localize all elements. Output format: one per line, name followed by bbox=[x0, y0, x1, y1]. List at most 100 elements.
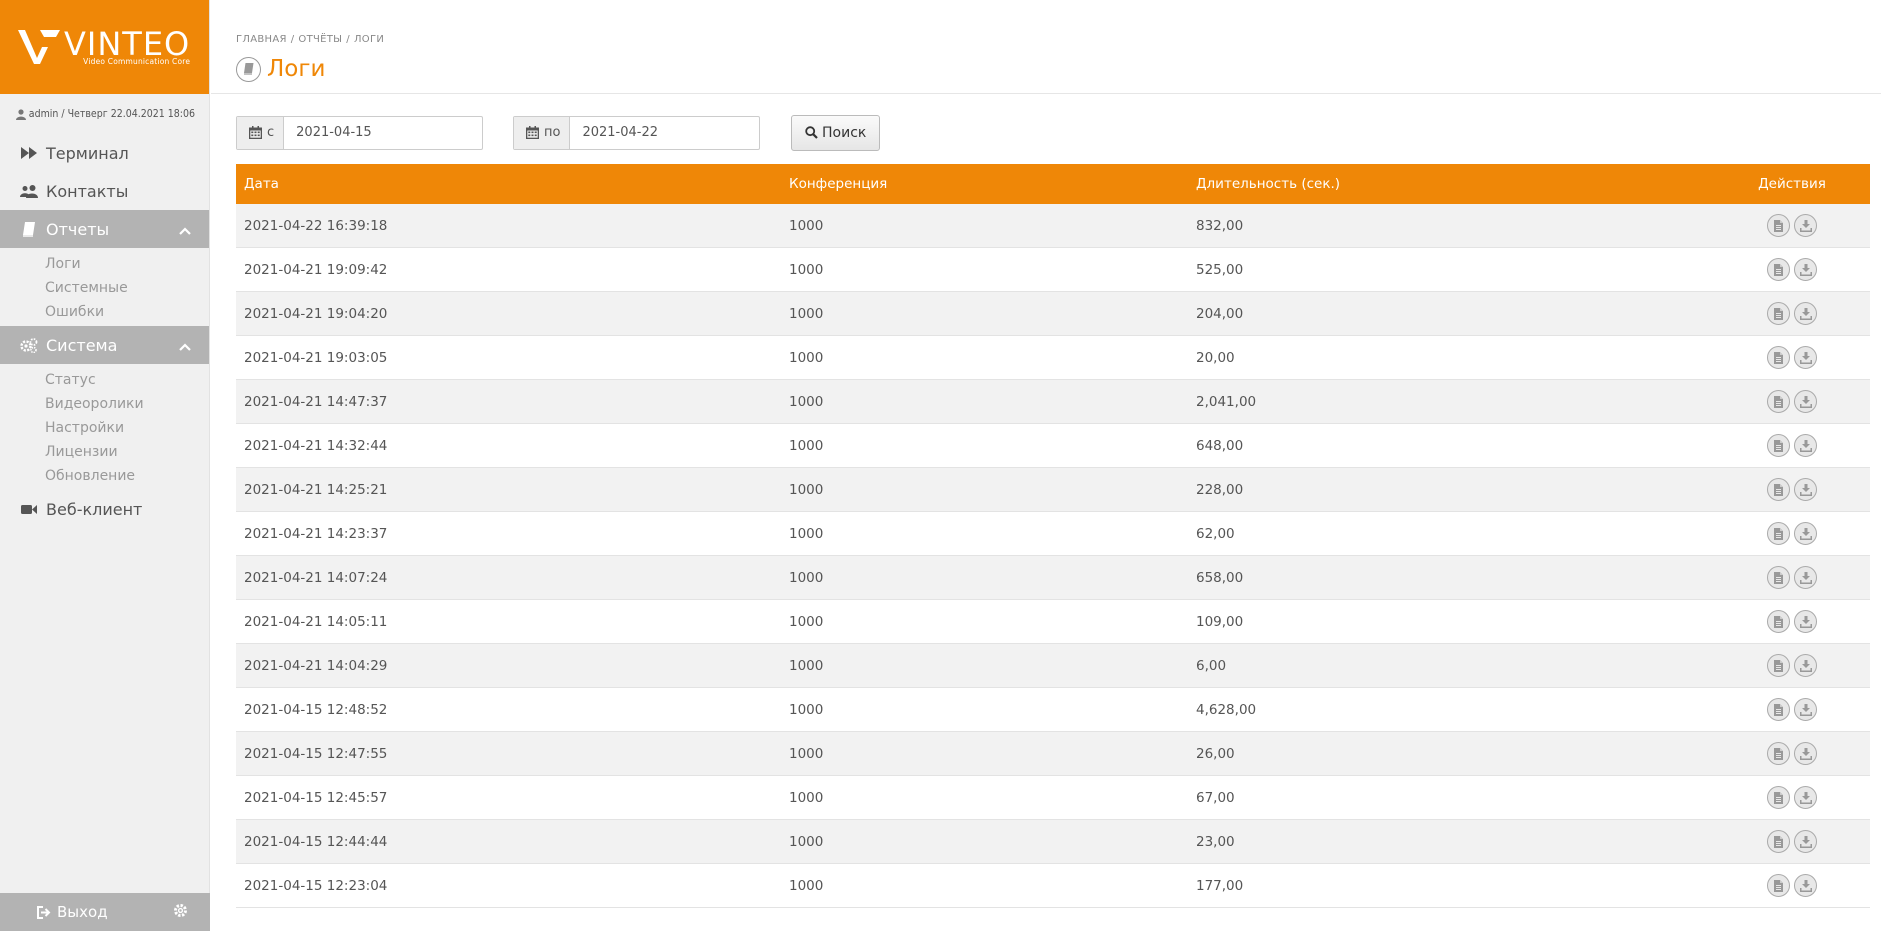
document-icon[interactable] bbox=[1767, 610, 1790, 633]
cell-date: 2021-04-15 12:47:55 bbox=[244, 745, 388, 762]
gear-icon[interactable] bbox=[173, 903, 188, 922]
cell-date: 2021-04-21 19:04:20 bbox=[244, 305, 388, 322]
table-row: 2021-04-15 12:23:04 1000 177,00 bbox=[236, 864, 1870, 908]
sub-item-system-logs[interactable]: Системные bbox=[45, 276, 209, 300]
nav-terminal[interactable]: Терминал bbox=[0, 134, 209, 172]
col-duration-header[interactable]: Длительность (сек.) bbox=[1188, 176, 1708, 192]
table-row: 2021-04-21 14:23:37 1000 62,00 bbox=[236, 512, 1870, 556]
document-icon[interactable] bbox=[1767, 830, 1790, 853]
breadcrumb-home[interactable]: ГЛАВНАЯ bbox=[236, 34, 287, 45]
cell-date: 2021-04-21 14:05:11 bbox=[244, 613, 388, 630]
cell-actions bbox=[1708, 522, 1870, 545]
col-conference-header[interactable]: Конференция bbox=[781, 176, 1188, 192]
download-icon[interactable] bbox=[1794, 258, 1817, 281]
nav-contacts[interactable]: Контакты bbox=[0, 172, 209, 210]
sub-item-videos[interactable]: Видеоролики bbox=[45, 392, 209, 416]
date-to-group: по bbox=[513, 115, 760, 150]
chevron-up-icon[interactable] bbox=[179, 336, 191, 355]
cell-actions bbox=[1708, 830, 1870, 853]
cell-conference: 1000 bbox=[789, 877, 824, 894]
breadcrumb-reports[interactable]: ОТЧЁТЫ bbox=[298, 34, 342, 45]
download-icon[interactable] bbox=[1794, 522, 1817, 545]
cell-duration: 62,00 bbox=[1196, 525, 1235, 542]
date-from-input[interactable] bbox=[284, 116, 479, 149]
download-icon[interactable] bbox=[1794, 830, 1817, 853]
nav-system[interactable]: Система bbox=[0, 326, 209, 364]
document-icon[interactable] bbox=[1767, 478, 1790, 501]
sidebar-footer: Выход bbox=[0, 893, 210, 931]
document-icon[interactable] bbox=[1767, 654, 1790, 677]
download-icon[interactable] bbox=[1794, 610, 1817, 633]
cell-conference: 1000 bbox=[789, 217, 824, 234]
cell-actions bbox=[1708, 698, 1870, 721]
download-icon[interactable] bbox=[1794, 434, 1817, 457]
date-to-addon: по bbox=[514, 116, 571, 149]
document-icon[interactable] bbox=[1767, 214, 1790, 237]
sub-item-settings[interactable]: Настройки bbox=[45, 416, 209, 440]
page-title-text: Логи bbox=[267, 56, 326, 82]
sub-item-status[interactable]: Статус bbox=[45, 368, 209, 392]
nav-reports-label: Отчеты bbox=[46, 219, 110, 239]
download-icon[interactable] bbox=[1794, 654, 1817, 677]
nav-webclient-label: Веб-клиент bbox=[46, 499, 143, 519]
download-icon[interactable] bbox=[1794, 302, 1817, 325]
download-icon[interactable] bbox=[1794, 742, 1817, 765]
document-icon[interactable] bbox=[1767, 302, 1790, 325]
download-icon[interactable] bbox=[1794, 478, 1817, 501]
date-to-input[interactable] bbox=[570, 116, 757, 149]
page-title: Логи bbox=[236, 56, 325, 82]
cell-duration: 832,00 bbox=[1196, 217, 1244, 234]
document-icon[interactable] bbox=[1767, 346, 1790, 369]
sub-item-errors[interactable]: Ошибки bbox=[45, 300, 209, 324]
document-icon[interactable] bbox=[1767, 566, 1790, 589]
document-icon[interactable] bbox=[1767, 522, 1790, 545]
sub-item-licenses[interactable]: Лицензии bbox=[45, 440, 209, 464]
nav-reports[interactable]: Отчеты bbox=[0, 210, 209, 248]
sidebar: VINTEO Video Communication Core admin / … bbox=[0, 0, 210, 931]
download-icon[interactable] bbox=[1794, 566, 1817, 589]
page-header: ГЛАВНАЯ / ОТЧЁТЫ / ЛОГИ Логи bbox=[211, 0, 1881, 94]
sub-item-logs[interactable]: Логи bbox=[45, 252, 209, 276]
cell-actions bbox=[1708, 742, 1870, 765]
download-icon[interactable] bbox=[1794, 346, 1817, 369]
gears-icon bbox=[20, 337, 38, 353]
table-row: 2021-04-15 12:47:55 1000 26,00 bbox=[236, 732, 1870, 776]
document-icon[interactable] bbox=[1767, 258, 1790, 281]
calendar-icon bbox=[249, 126, 262, 139]
breadcrumb: ГЛАВНАЯ / ОТЧЁТЫ / ЛОГИ bbox=[236, 34, 385, 45]
nav-webclient[interactable]: Веб-клиент bbox=[0, 490, 209, 528]
logo-brand: VINTEO bbox=[64, 25, 191, 63]
sub-item-update[interactable]: Обновление bbox=[45, 464, 209, 488]
book-icon bbox=[236, 56, 261, 82]
chevron-up-icon[interactable] bbox=[179, 220, 191, 239]
table-row: 2021-04-15 12:48:52 1000 4,628,00 bbox=[236, 688, 1870, 732]
cell-conference: 1000 bbox=[789, 437, 824, 454]
exit-button[interactable]: Выход bbox=[37, 903, 108, 921]
document-icon[interactable] bbox=[1767, 434, 1790, 457]
search-button[interactable]: Поиск bbox=[791, 114, 881, 151]
search-icon bbox=[805, 126, 818, 139]
document-icon[interactable] bbox=[1767, 390, 1790, 413]
download-icon[interactable] bbox=[1794, 874, 1817, 897]
document-icon[interactable] bbox=[1767, 698, 1790, 721]
cell-duration: 26,00 bbox=[1196, 745, 1235, 762]
cell-actions bbox=[1708, 786, 1870, 809]
document-icon[interactable] bbox=[1767, 742, 1790, 765]
download-icon[interactable] bbox=[1794, 786, 1817, 809]
download-icon[interactable] bbox=[1794, 698, 1817, 721]
cell-duration: 4,628,00 bbox=[1196, 701, 1257, 718]
logo[interactable]: VINTEO Video Communication Core bbox=[0, 0, 209, 94]
cell-duration: 204,00 bbox=[1196, 305, 1244, 322]
document-icon[interactable] bbox=[1767, 874, 1790, 897]
cell-date: 2021-04-21 14:32:44 bbox=[244, 437, 388, 454]
download-icon[interactable] bbox=[1794, 390, 1817, 413]
cell-duration: 648,00 bbox=[1196, 437, 1244, 454]
cell-conference: 1000 bbox=[789, 613, 824, 630]
col-date-header[interactable]: Дата bbox=[236, 176, 781, 192]
cell-duration: 67,00 bbox=[1196, 789, 1235, 806]
download-icon[interactable] bbox=[1794, 214, 1817, 237]
document-icon[interactable] bbox=[1767, 786, 1790, 809]
cell-conference: 1000 bbox=[789, 833, 824, 850]
cell-date: 2021-04-22 16:39:18 bbox=[244, 217, 388, 234]
table-row: 2021-04-15 12:44:44 1000 23,00 bbox=[236, 820, 1870, 864]
